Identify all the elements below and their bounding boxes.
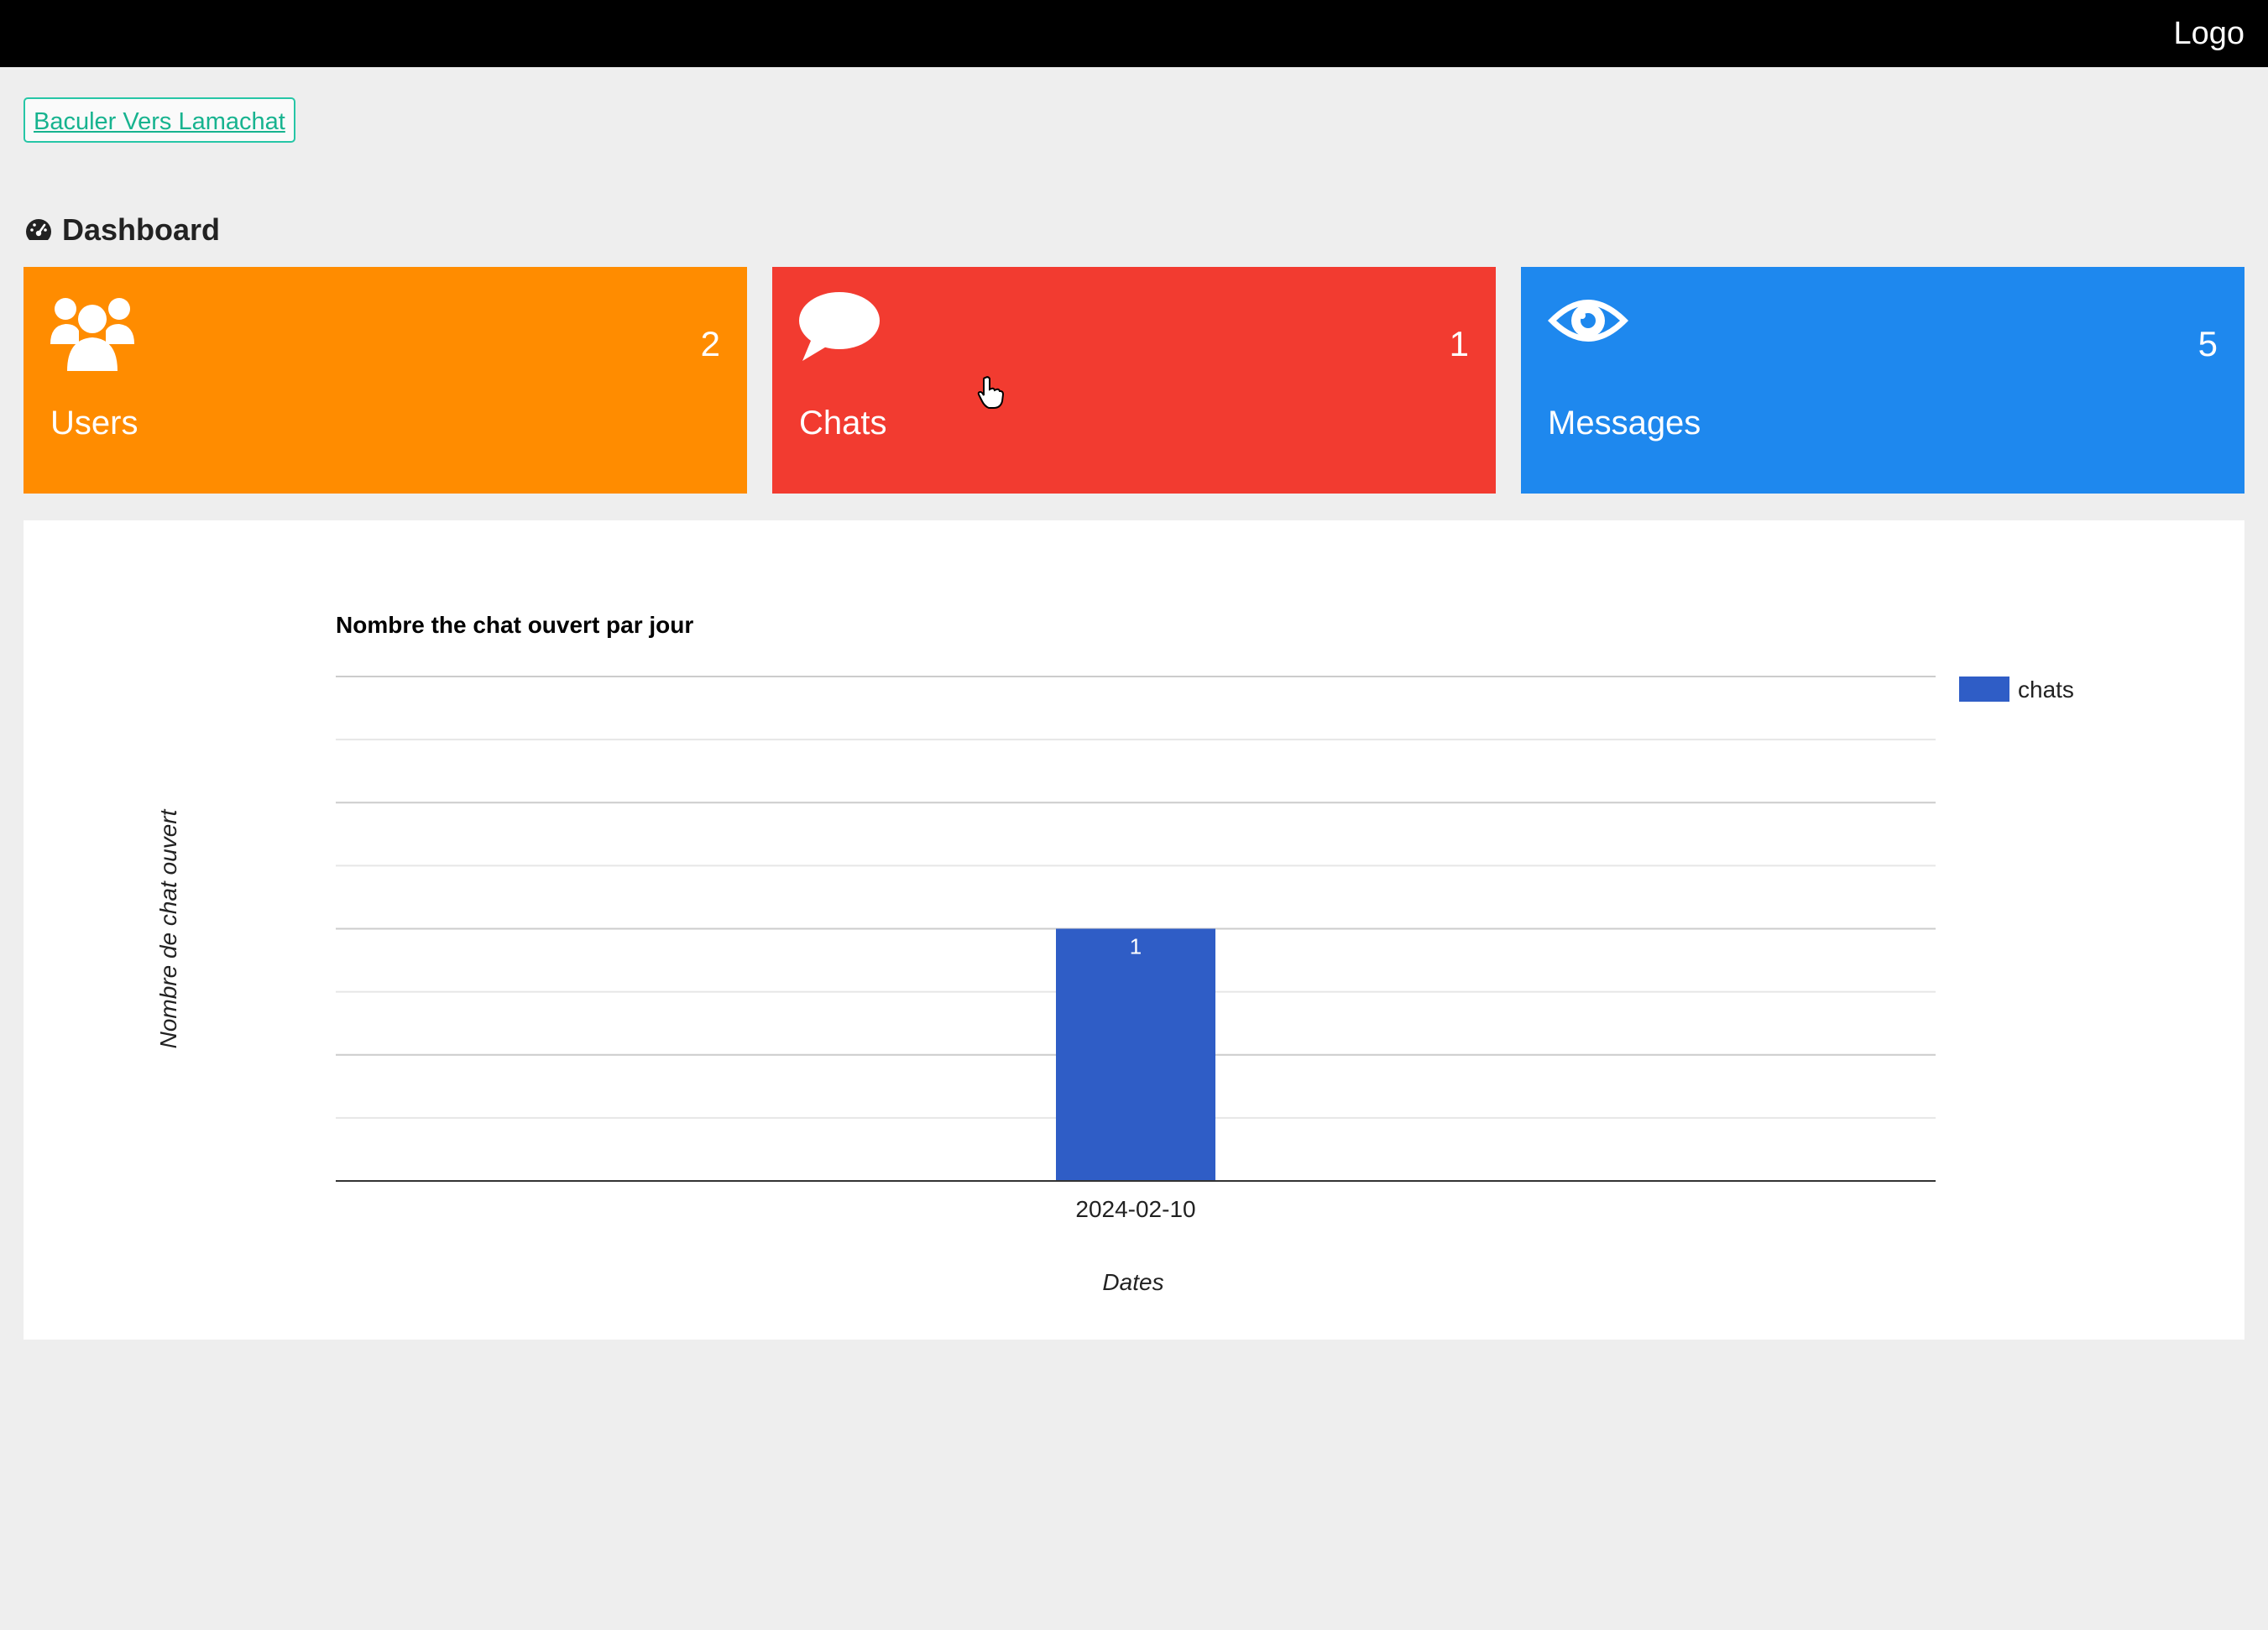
x-tick-labels: 2024-02-10 bbox=[1075, 1196, 1195, 1222]
logo[interactable]: Logo bbox=[2173, 13, 2244, 54]
chats-stat-card[interactable]: 1 Chats bbox=[772, 267, 1496, 494]
y-axis-label: Nombre de chat ouvert bbox=[155, 808, 181, 1048]
chart-panel: Nombre the chat ouvert par jour 1 2024-0… bbox=[24, 520, 2244, 1340]
eye-icon bbox=[1548, 300, 1628, 342]
tachometer-icon bbox=[26, 219, 51, 240]
top-bar: Logo bbox=[0, 0, 2268, 67]
messages-label: Messages bbox=[1548, 405, 1701, 441]
chat-bubble-icon bbox=[799, 292, 880, 361]
bar-chats-2024-02-10[interactable] bbox=[1056, 928, 1215, 1182]
legend-swatch-chats bbox=[1959, 677, 2009, 702]
chats-label: Chats bbox=[799, 405, 887, 441]
x-tick-label: 2024-02-10 bbox=[1075, 1196, 1195, 1222]
switch-to-lamachat-button[interactable]: Baculer Vers Lamachat bbox=[24, 97, 295, 143]
chart-title: Nombre the chat ouvert par jour bbox=[336, 612, 693, 638]
bar-chart: Nombre the chat ouvert par jour 1 2024-0… bbox=[155, 612, 2074, 1295]
chats-count: 1 bbox=[1449, 324, 1469, 363]
x-axis-label: Dates bbox=[1102, 1269, 1163, 1295]
dashboard-heading: Dashboard bbox=[24, 210, 220, 250]
users-count: 2 bbox=[700, 324, 720, 363]
messages-stat-card[interactable]: 5 Messages bbox=[1521, 267, 2244, 494]
legend-label-chats: chats bbox=[2018, 677, 2074, 703]
bar-data-label: 1 bbox=[1130, 934, 1142, 959]
chart-bars: 1 bbox=[1056, 928, 1215, 1182]
page-title: Dashboard bbox=[62, 212, 221, 247]
hand-cursor-icon bbox=[977, 376, 1004, 409]
users-stat-card[interactable]: 2 Users bbox=[24, 267, 747, 494]
users-icon bbox=[50, 298, 134, 371]
messages-count: 5 bbox=[2197, 324, 2218, 363]
users-label: Users bbox=[50, 405, 138, 441]
